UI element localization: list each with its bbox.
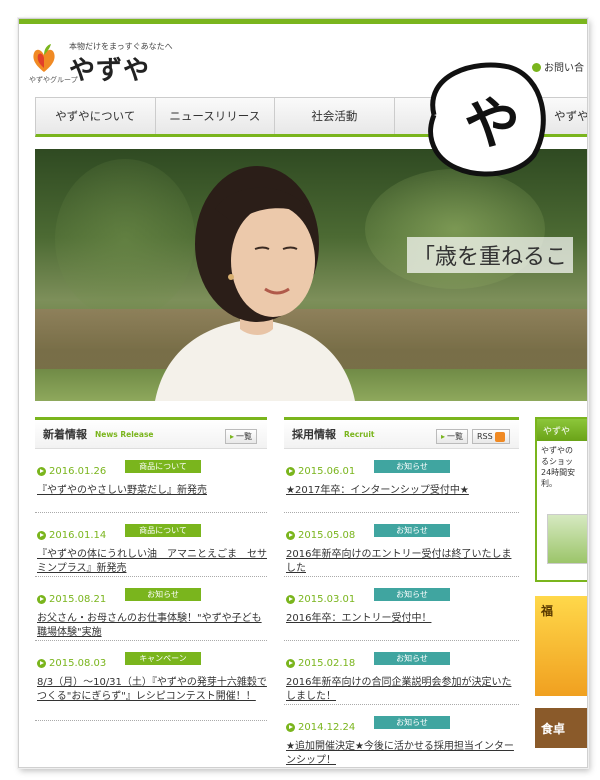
- recruit-date: 2015.02.18: [286, 658, 355, 669]
- recruit-date-text: 2015.02.18: [298, 658, 356, 669]
- news-date-text: 2015.08.21: [49, 594, 107, 605]
- recruit-item: 2015.06.01 お知らせ ★2017年卒：インターンシップ受付中★: [284, 449, 519, 513]
- category-badge: 商品について: [125, 524, 201, 537]
- arrow-circle-icon: [37, 467, 46, 476]
- hero-banner[interactable]: 「歳を重ねるこ: [35, 149, 587, 401]
- news-subtitle: News Release: [95, 429, 154, 439]
- recruit-list-label: 一覧: [447, 432, 464, 441]
- category-badge: キャンペーン: [125, 652, 201, 665]
- online-shop-heading: やずや: [537, 419, 587, 441]
- arrow-circle-icon: [286, 531, 295, 540]
- arrow-circle-icon: [37, 595, 46, 604]
- category-badge: お知らせ: [125, 588, 201, 601]
- rss-icon: [494, 431, 505, 442]
- news-link[interactable]: 『やずやのやさしい野菜だし』新発売: [37, 484, 267, 498]
- recruit-date: 2014.12.24: [286, 722, 355, 733]
- top-accent-line: [19, 19, 587, 24]
- recruit-link[interactable]: ★2017年卒：インターンシップ受付中★: [286, 484, 519, 498]
- recruit-item: 2014.12.24 お知らせ ★追加開催決定★今後に活かせる採用担当インターン…: [284, 705, 519, 767]
- recruit-date-text: 2015.06.01: [298, 466, 356, 477]
- rss-button[interactable]: RSS: [472, 429, 510, 444]
- news-item: 2016.01.14 商品について 『やずやの体にうれしい油 アマニとえごま セ…: [35, 513, 267, 577]
- recruit-title: 採用情報: [292, 428, 336, 441]
- recruit-date-text: 2015.05.08: [298, 530, 356, 541]
- arrow-right-icon: ▸: [441, 432, 446, 441]
- nav-item-about[interactable]: やずやについて: [36, 98, 156, 134]
- arrow-circle-icon: [286, 723, 295, 732]
- rss-label: RSS: [477, 432, 493, 441]
- side-banner-table[interactable]: 食卓: [535, 708, 587, 748]
- news-item: 2016.01.26 商品について 『やずやのやさしい野菜だし』新発売: [35, 449, 267, 513]
- side-banner-campaign[interactable]: 福: [535, 596, 587, 696]
- arrow-circle-icon: [286, 659, 295, 668]
- side-banner-table-label: 食卓: [541, 722, 566, 736]
- news-date: 2015.08.21: [37, 594, 106, 605]
- news-item: 2015.08.21 お知らせ お父さん・お母さんのお仕事体験！"やずや子ども職…: [35, 577, 267, 641]
- news-title: 新着情報: [43, 428, 87, 441]
- category-badge: お知らせ: [374, 524, 450, 537]
- arrow-circle-icon: [286, 595, 295, 604]
- news-link[interactable]: お父さん・お母さんのお仕事体験！"やずや子ども職場体験"実施: [37, 612, 267, 640]
- category-badge: お知らせ: [374, 716, 450, 729]
- recruit-date: 2015.06.01: [286, 466, 355, 477]
- recruit-item: 2015.03.01 お知らせ 2016年卒：エントリー受付中！: [284, 577, 519, 641]
- recruit-section: 採用情報 Recruit ▸ 一覧 RSS 2015.06.01 お知らせ ★20…: [284, 417, 519, 767]
- online-shop-text: やずやの るショッ 24時間安 利。: [541, 446, 576, 488]
- hero-quote: 「歳を重ねるこ: [407, 237, 574, 273]
- news-list-label: 一覧: [236, 432, 253, 441]
- recruit-subtitle: Recruit: [344, 429, 375, 439]
- recruit-list-button[interactable]: ▸ 一覧: [436, 429, 469, 444]
- news-item: 2015.08.03 キャンペーン 8/3（月）～10/31（土）『やずやの発芽…: [35, 641, 267, 721]
- news-date-text: 2015.08.03: [49, 658, 107, 669]
- recruit-link[interactable]: ★追加開催決定★今後に活かせる採用担当インターンシップ！: [286, 740, 519, 767]
- category-badge: お知らせ: [374, 588, 450, 601]
- hand-drawn-circle-annotation: や: [428, 62, 546, 177]
- category-badge: 商品について: [125, 460, 201, 473]
- news-header: 新着情報 News Release ▸ 一覧: [35, 417, 267, 449]
- yazuya-logo-icon[interactable]: [31, 43, 57, 73]
- arrow-circle-icon: [37, 531, 46, 540]
- recruit-link[interactable]: 2016年新卒向けの合同企業説明会参加が決定いたしました！: [286, 676, 519, 704]
- side-column: やずや やずやの るショッ 24時間安 利。 福 食卓: [535, 417, 587, 748]
- recruit-item: 2015.02.18 お知らせ 2016年新卒向けの合同企業説明会参加が決定いた…: [284, 641, 519, 705]
- arrow-right-icon: ▸: [230, 432, 235, 441]
- news-section: 新着情報 News Release ▸ 一覧 2016.01.26 商品について …: [35, 417, 267, 721]
- hand-drawn-character: や: [464, 92, 520, 157]
- brand-name[interactable]: やずや: [69, 50, 150, 87]
- category-badge: お知らせ: [374, 652, 450, 665]
- recruit-link[interactable]: 2016年新卒向けのエントリー受付は終了いたしました: [286, 548, 519, 576]
- news-list-button[interactable]: ▸ 一覧: [225, 429, 258, 444]
- recruit-date-text: 2014.12.24: [298, 722, 356, 733]
- page: やずやグループ 本物だけをまっすぐあなたへ やずや お問い合 やずやについて ニ…: [18, 18, 588, 768]
- arrow-circle-icon: [37, 659, 46, 668]
- news-date: 2016.01.14: [37, 530, 106, 541]
- recruit-date: 2015.05.08: [286, 530, 355, 541]
- news-date-text: 2016.01.26: [49, 466, 107, 477]
- recruit-link[interactable]: 2016年卒：エントリー受付中！: [286, 612, 519, 626]
- side-banner-campaign-label: 福: [541, 604, 554, 618]
- news-link[interactable]: 8/3（月）～10/31（土）『やずやの発芽十六雑穀でつくる"おにぎらず"』レシ…: [37, 676, 267, 704]
- recruit-date: 2015.03.01: [286, 594, 355, 605]
- recruit-header: 採用情報 Recruit ▸ 一覧 RSS: [284, 417, 519, 449]
- news-link[interactable]: 『やずやの体にうれしい油 アマニとえごま セサミンプラス』新発売: [37, 548, 267, 576]
- news-date-text: 2016.01.14: [49, 530, 107, 541]
- online-shop-box[interactable]: やずや やずやの るショッ 24時間安 利。: [535, 417, 587, 582]
- nav-item-social-activity[interactable]: 社会活動: [275, 98, 395, 134]
- recruit-item: 2015.05.08 お知らせ 2016年新卒向けのエントリー受付は終了いたしま…: [284, 513, 519, 577]
- news-date: 2016.01.26: [37, 466, 106, 477]
- hero-woman-photo: [155, 166, 355, 401]
- arrow-circle-icon: [286, 467, 295, 476]
- recruit-date-text: 2015.03.01: [298, 594, 356, 605]
- category-badge: お知らせ: [374, 460, 450, 473]
- online-shop-screenshot: [547, 514, 587, 564]
- news-date: 2015.08.03: [37, 658, 106, 669]
- nav-item-news-release[interactable]: ニュースリリース: [156, 98, 276, 134]
